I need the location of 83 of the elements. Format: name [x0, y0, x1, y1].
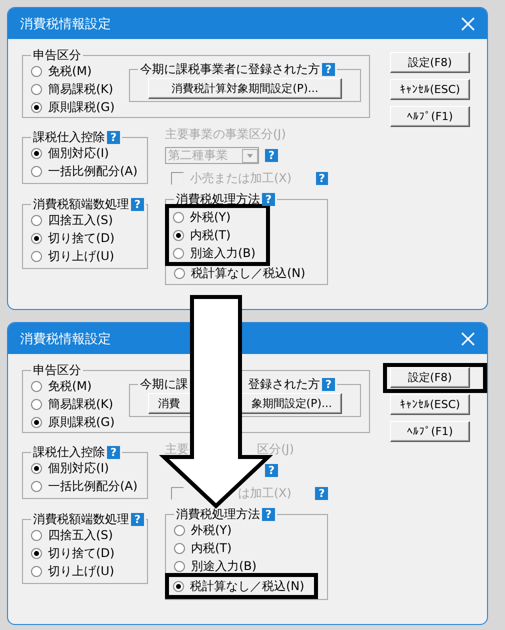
- radio-button[interactable]: [173, 212, 184, 222]
- radio-button[interactable]: [31, 480, 42, 492]
- dialog-button[interactable]: ｷｬﾝｾﾙ(ESC): [390, 79, 470, 100]
- option-label: 原則課税(G): [48, 414, 115, 430]
- help-icon[interactable]: ?: [131, 198, 144, 210]
- group-title: 今期に課: [140, 377, 188, 391]
- option-label: 一括比例配分(A): [48, 162, 138, 180]
- option-label: 一括比例配分(A): [48, 478, 138, 494]
- group-title: 今期に課税事業者に登録された方: [140, 62, 320, 76]
- radio-button[interactable]: [173, 230, 184, 240]
- group-title: 消費税処理方法: [176, 507, 260, 521]
- group-title: 課税仕入控除: [33, 130, 105, 144]
- dialog-button[interactable]: ﾍﾙﾌﾟ(F1): [390, 421, 470, 442]
- help-icon[interactable]: ?: [131, 512, 144, 526]
- option-label: 外税(Y): [190, 208, 231, 226]
- help-icon[interactable]: ?: [107, 446, 120, 458]
- option-label: 四捨五入(S): [48, 526, 113, 544]
- option-label: 免税(M): [48, 378, 92, 394]
- radio-button[interactable]: [31, 102, 42, 112]
- dialog-button[interactable]: ﾍﾙﾌﾟ(F1): [390, 106, 470, 127]
- radio-button[interactable]: [31, 250, 42, 262]
- field-label: 区分(J): [257, 441, 294, 458]
- option-label: 内税(T): [191, 540, 232, 556]
- dialog-button[interactable]: 設定(F8): [390, 367, 470, 388]
- option-label: 四捨五入(S): [48, 212, 113, 228]
- option-label: 個別対応(I): [48, 144, 109, 162]
- option-label: 簡易課税(K): [48, 80, 114, 98]
- radio-button[interactable]: [31, 380, 42, 392]
- radio-button[interactable]: [173, 248, 184, 258]
- radio-button[interactable]: [174, 268, 185, 278]
- radio-button[interactable]: [174, 560, 185, 572]
- group-title: 申告区分: [33, 48, 81, 62]
- option-label: 税計算なし／税込(N): [190, 578, 304, 594]
- group-title: 登録された方: [248, 377, 320, 391]
- help-icon[interactable]: ?: [322, 378, 335, 390]
- option-label: 個別対応(I): [48, 460, 109, 476]
- radio-button[interactable]: [31, 548, 42, 558]
- group-title: 申告区分: [33, 363, 81, 377]
- dialog-button[interactable]: 設定(F8): [390, 52, 470, 73]
- close-icon[interactable]: [461, 16, 475, 30]
- option-label: 内税(T): [190, 226, 231, 244]
- window-title: 消費税情報設定: [20, 16, 111, 32]
- radio-button[interactable]: [31, 566, 42, 576]
- radio-button[interactable]: [31, 148, 42, 158]
- help-icon[interactable]: ?: [262, 508, 275, 520]
- radio-button[interactable]: [174, 524, 185, 536]
- period-settings-button[interactable]: 消費税計算対象期間設定(P)...: [148, 78, 342, 99]
- option-label: 切り捨て(D): [48, 230, 115, 246]
- radio-button[interactable]: [31, 462, 42, 474]
- close-icon[interactable]: [461, 332, 475, 346]
- radio-button[interactable]: [174, 542, 185, 554]
- option-label: 切り捨て(D): [48, 544, 115, 562]
- checkbox-label: 小売または加工(X): [190, 170, 292, 187]
- radio-button[interactable]: [31, 530, 42, 540]
- group-title: 消費税額端数処理: [33, 197, 129, 211]
- option-label: 簡易課税(K): [48, 396, 114, 412]
- option-label: 別途入力(B): [191, 558, 257, 574]
- group-title: 消費税額端数処理: [33, 512, 129, 526]
- help-icon[interactable]: ?: [262, 192, 275, 206]
- option-label: 税計算なし／税込(N): [191, 264, 306, 282]
- radio-button[interactable]: [31, 232, 42, 244]
- option-label: 原則課税(G): [48, 98, 115, 116]
- window-title: 消費税情報設定: [20, 330, 111, 348]
- option-label: 切り上げ(U): [48, 248, 114, 264]
- help-icon[interactable]: ?: [322, 62, 335, 76]
- field-label: 主要事業の事業区分(J): [165, 126, 286, 143]
- radio-button[interactable]: [173, 580, 184, 592]
- checkbox-label: は加工(X): [238, 485, 292, 502]
- radio-button[interactable]: [31, 166, 42, 176]
- radio-button[interactable]: [31, 214, 42, 226]
- option-label: 免税(M): [48, 62, 92, 80]
- option-label: 切り上げ(U): [48, 562, 114, 580]
- group-title: 課税仕入控除: [33, 445, 105, 459]
- radio-button[interactable]: [31, 84, 42, 94]
- radio-button[interactable]: [31, 66, 42, 76]
- option-label: 外税(Y): [191, 522, 232, 538]
- radio-button[interactable]: [31, 398, 42, 410]
- help-icon[interactable]: ?: [107, 130, 120, 144]
- caret-icon: [242, 148, 258, 162]
- dialog-button[interactable]: ｷｬﾝｾﾙ(ESC): [390, 394, 470, 415]
- option-label: 別途入力(B): [190, 244, 256, 262]
- radio-button[interactable]: [31, 416, 42, 428]
- field-label: 主要: [165, 441, 189, 458]
